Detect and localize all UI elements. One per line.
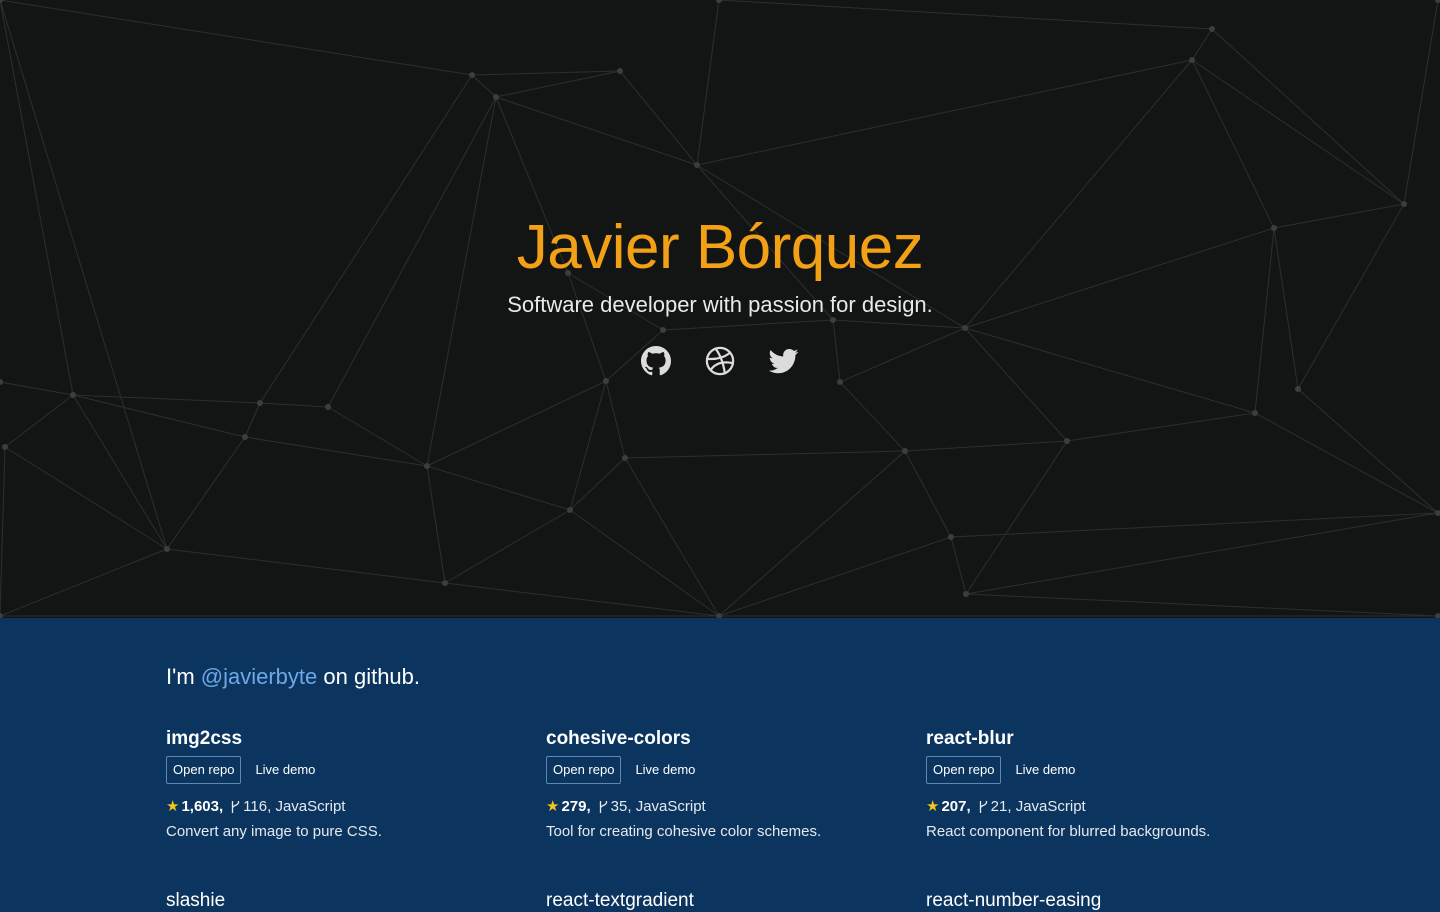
intro-suffix: on github. <box>317 664 421 689</box>
github-handle-link[interactable]: @javierbyte <box>201 664 318 689</box>
repo-name: react-blur <box>926 728 1014 749</box>
dribbble-icon <box>705 346 735 376</box>
repo-actions: Open repo Live demo <box>926 756 1286 784</box>
twitter-link[interactable] <box>769 346 799 376</box>
hero-title: Javier Bórquez <box>516 213 924 282</box>
open-repo-button[interactable]: Open repo <box>166 756 242 784</box>
repo-description: Tool for creating cohesive color schemes… <box>546 823 822 840</box>
repo-name-partial: react-textgradient <box>546 890 694 911</box>
fork-count: 21, <box>990 798 1012 815</box>
hero-content: Javier Bórquez Software developer with p… <box>0 212 1440 376</box>
repo-name-partial: react-number-easing <box>926 890 1102 911</box>
fork-count: 35, <box>610 798 632 815</box>
dribbble-link[interactable] <box>705 346 735 376</box>
star-icon: ★ <box>546 798 560 815</box>
star-count: 1,603, <box>181 798 224 815</box>
repo-stats: ★ 1,603, 116, JavaScript <box>166 797 526 817</box>
star-icon: ★ <box>926 798 940 815</box>
social-links <box>0 346 1440 376</box>
intro-prefix: I'm <box>166 664 201 689</box>
live-demo-link[interactable]: Live demo <box>249 757 321 783</box>
repo-language: JavaScript <box>275 798 346 815</box>
live-demo-link[interactable]: Live demo <box>629 757 701 783</box>
github-icon <box>641 346 671 376</box>
repo-name-partial: slashie <box>166 890 226 911</box>
open-repo-button[interactable]: Open repo <box>546 756 622 784</box>
repo-card: react-blur Open repo Live demo ★ 207, 21… <box>926 728 1286 842</box>
star-count: 279, <box>561 798 591 815</box>
fork-icon <box>599 801 607 813</box>
repo-actions: Open repo Live demo <box>546 756 906 784</box>
star-count: 207, <box>941 798 971 815</box>
repo-actions: Open repo Live demo <box>166 756 526 784</box>
repo-card: img2css Open repo Live demo ★ 1,603, 116… <box>166 728 526 842</box>
twitter-icon <box>769 349 799 374</box>
repo-description: React component for blurred backgrounds. <box>926 823 1211 840</box>
github-link[interactable] <box>641 346 671 376</box>
repo-card: cohesive-colors Open repo Live demo ★ 27… <box>546 728 906 842</box>
repo-language: JavaScript <box>1015 798 1086 815</box>
repos-section: I'm @javierbyte on github. img2css Open … <box>0 618 1440 911</box>
repo-description: Convert any image to pure CSS. <box>166 823 382 840</box>
repo-stats: ★ 207, 21, JavaScript <box>926 797 1286 817</box>
live-demo-link[interactable]: Live demo <box>1009 757 1081 783</box>
github-intro: I'm @javierbyte on github. <box>166 664 420 690</box>
repo-language: JavaScript <box>635 798 706 815</box>
fork-count: 116, <box>243 798 272 815</box>
fork-icon <box>979 801 987 813</box>
open-repo-button[interactable]: Open repo <box>926 756 1002 784</box>
hero-subtitle: Software developer with passion for desi… <box>507 292 933 317</box>
star-icon: ★ <box>166 798 180 815</box>
fork-icon <box>232 801 240 813</box>
repo-name: cohesive-colors <box>546 728 691 749</box>
hero-section: Javier Bórquez Software developer with p… <box>0 0 1440 618</box>
repo-name: img2css <box>166 728 243 749</box>
repo-stats: ★ 279, 35, JavaScript <box>546 797 906 817</box>
